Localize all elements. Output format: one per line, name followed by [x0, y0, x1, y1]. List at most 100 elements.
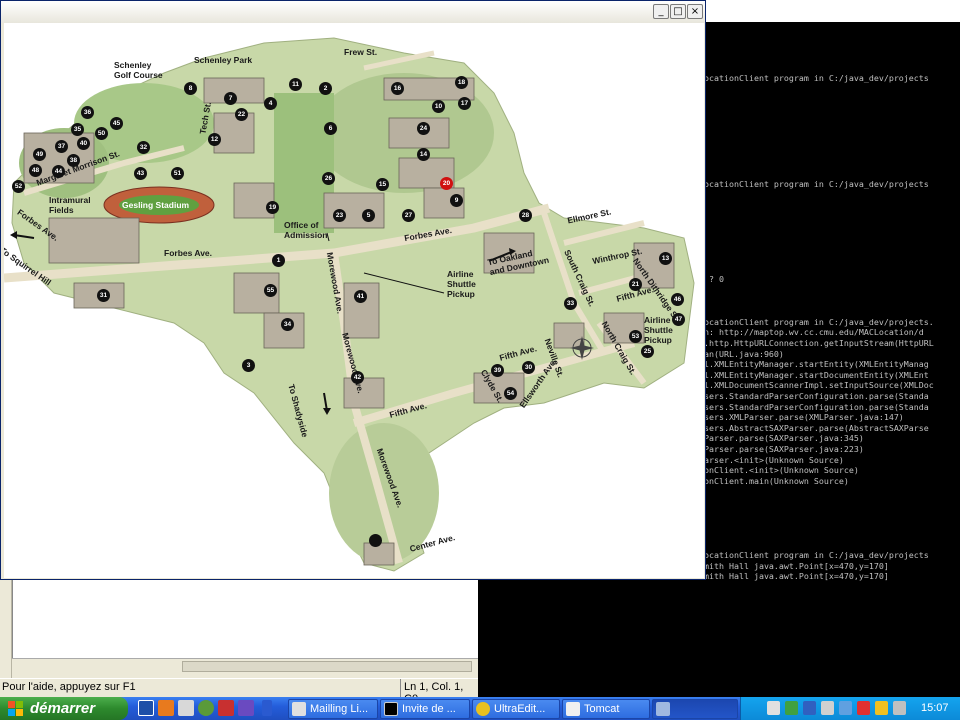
console-line: n: http://maptop.wv.cc.cmu.edu/MACLocati… — [704, 327, 924, 338]
map-viewer-window[interactable]: _ □ × Frew St. Schenley Park Schenley Go… — [0, 0, 706, 580]
building-marker[interactable]: 49 — [33, 148, 46, 161]
building-marker[interactable]: 46 — [671, 293, 684, 306]
network-quicklaunch-icon[interactable] — [238, 700, 254, 716]
campus-map[interactable]: Frew St. Schenley Park Schenley Golf Cou… — [4, 23, 704, 578]
close-button[interactable]: × — [687, 4, 703, 19]
tray-bluetooth-icon[interactable] — [839, 701, 852, 715]
building-marker[interactable]: 16 — [391, 82, 404, 95]
start-button[interactable]: démarrer — [0, 697, 128, 720]
scrollbar-thumb[interactable] — [182, 661, 472, 672]
powerpoint-quicklaunch-icon[interactable] — [158, 700, 174, 716]
building-marker[interactable]: 10 — [432, 100, 445, 113]
task-invite-de-commandes[interactable]: Invite de ... — [380, 699, 470, 719]
campus-map-illustration — [4, 37, 695, 572]
tray-monitor-icon[interactable] — [803, 701, 816, 715]
minimize-button[interactable]: _ — [653, 4, 669, 19]
building-marker[interactable]: 53 — [629, 330, 642, 343]
building-marker[interactable]: 8 — [184, 82, 197, 95]
building-marker[interactable]: 4 — [264, 97, 277, 110]
building-marker[interactable]: 48 — [29, 164, 42, 177]
building-marker[interactable]: 3 — [242, 359, 255, 372]
console-line: l.XMLEntityManager.startEntity(XMLEntity… — [704, 359, 929, 370]
building-marker[interactable]: 50 — [95, 127, 108, 140]
building-marker[interactable]: 43 — [134, 167, 147, 180]
building-marker[interactable]: 42 — [351, 371, 364, 384]
start-label: démarrer — [30, 700, 96, 717]
task-mailling[interactable]: Mailling Li... — [288, 699, 378, 719]
building-marker[interactable]: 22 — [235, 108, 248, 121]
task-ultraedit[interactable]: UltraEdit... — [472, 699, 560, 719]
building-marker[interactable]: 24 — [417, 122, 430, 135]
building-marker[interactable]: 31 — [97, 289, 110, 302]
taskbar-clock: 15:07 — [921, 702, 949, 714]
building-marker[interactable]: 1 — [272, 254, 285, 267]
map-window-titlebar[interactable]: _ □ × — [1, 1, 705, 23]
globe-quicklaunch-icon[interactable] — [198, 700, 214, 716]
label-forbes-ave-mid: Forbes Ave. — [164, 248, 213, 258]
task-tomcat[interactable]: Tomcat — [562, 699, 650, 719]
building-marker[interactable]: 21 — [629, 278, 642, 291]
console-line: sers.StandardParserConfiguration.parse(S… — [704, 401, 929, 412]
building-marker[interactable]: 39 — [491, 364, 504, 377]
building-marker[interactable]: 13 — [659, 252, 672, 265]
building-marker[interactable]: 51 — [171, 167, 184, 180]
status-cursor-position: Ln 1, Col. 1, C0 — [400, 679, 480, 705]
building-marker[interactable]: 15 — [376, 178, 389, 191]
building-marker[interactable]: 26 — [322, 172, 335, 185]
building-marker[interactable]: 12 — [208, 133, 221, 146]
building-marker[interactable]: 54 — [504, 387, 517, 400]
building-marker[interactable]: 45 — [110, 117, 123, 130]
editor-text-area[interactable] — [12, 580, 478, 658]
building-marker[interactable]: 47 — [672, 313, 685, 326]
building-marker[interactable]: 28 — [519, 209, 532, 222]
console-line: arser.<init>(Unknown Source) — [704, 454, 844, 465]
tray-alert-icon[interactable] — [875, 701, 888, 715]
tray-volume-icon[interactable] — [893, 701, 906, 715]
building-marker[interactable]: 17 — [458, 97, 471, 110]
building-marker[interactable]: 41 — [354, 290, 367, 303]
building-marker[interactable]: 23 — [333, 209, 346, 222]
explorer-quicklaunch-icon[interactable] — [178, 700, 194, 716]
app-quicklaunch-icon[interactable] — [218, 700, 234, 716]
building-marker[interactable]: 44 — [52, 165, 65, 178]
building-marker[interactable]: 5 — [362, 209, 375, 222]
building-marker[interactable]: 55 — [264, 284, 277, 297]
building-marker[interactable]: 35 — [71, 123, 84, 136]
building-marker[interactable]: 34 — [281, 318, 294, 331]
building-marker[interactable]: 9 — [450, 194, 463, 207]
selected-building-marker[interactable]: 20 — [440, 177, 453, 190]
building-marker[interactable]: 14 — [417, 148, 430, 161]
building-marker[interactable]: 11 — [289, 78, 302, 91]
building-marker[interactable]: 19 — [266, 201, 279, 214]
more-quicklaunch-icon[interactable] — [262, 700, 272, 716]
building-marker[interactable]: 40 — [77, 137, 90, 150]
word-quicklaunch-icon[interactable] — [138, 700, 154, 716]
building-marker[interactable]: 6 — [324, 122, 337, 135]
building-marker[interactable]: 30 — [522, 361, 535, 374]
building-marker[interactable]: 2 — [319, 82, 332, 95]
building-marker[interactable]: 32 — [137, 141, 150, 154]
building-marker[interactable]: 36 — [81, 106, 94, 119]
building-marker[interactable]: 27 — [402, 209, 415, 222]
task-map-viewer[interactable] — [652, 699, 738, 719]
building-marker[interactable] — [369, 534, 382, 547]
building-marker[interactable]: 18 — [455, 76, 468, 89]
building-marker[interactable]: 37 — [55, 140, 68, 153]
building-marker[interactable]: 33 — [564, 297, 577, 310]
building-marker[interactable]: 52 — [12, 180, 25, 193]
building-marker[interactable]: 38 — [67, 154, 80, 167]
tray-network-icon[interactable] — [785, 701, 798, 715]
building-marker[interactable]: 25 — [641, 345, 654, 358]
tray-device-icon[interactable] — [821, 701, 834, 715]
editor-horizontal-scrollbar[interactable] — [12, 658, 478, 674]
building-marker[interactable]: 7 — [224, 92, 237, 105]
maximize-button[interactable]: □ — [670, 4, 686, 19]
tray-security-icon[interactable] — [857, 701, 870, 715]
tray-app-icon[interactable] — [767, 701, 780, 715]
console-output: ocationClient program in C:/java_dev/pro… — [704, 52, 960, 582]
